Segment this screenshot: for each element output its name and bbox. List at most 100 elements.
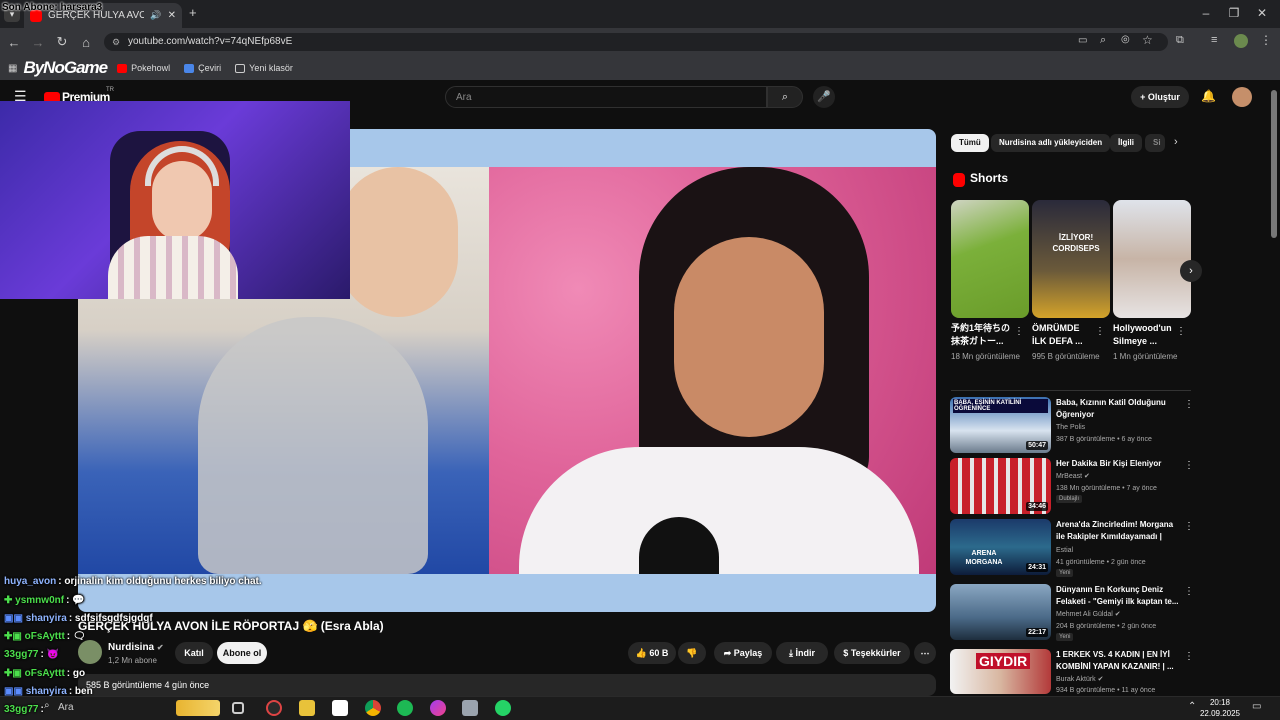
rec-channel-2[interactable]: MrBeast ✔ — [1056, 471, 1180, 482]
close-tab-icon[interactable]: ✕ — [168, 10, 176, 21]
taskbar-search-label[interactable]: Ara — [58, 702, 74, 713]
thanks-button[interactable]: $ Teşekkürler — [834, 642, 910, 664]
profile-avatar-icon[interactable] — [1234, 34, 1248, 48]
rec-channel-5[interactable]: Burak Aktürk ✔ — [1056, 674, 1180, 685]
forward-icon[interactable]: → — [26, 35, 50, 50]
chevron-right-icon[interactable]: › — [1174, 136, 1178, 148]
task-view-icon[interactable] — [232, 702, 244, 714]
rec-thumbnail-3[interactable]: ARENA MORGANA 24:31 — [950, 519, 1051, 575]
share-button[interactable]: ➦ Paylaş — [714, 642, 772, 664]
app-icon-gray[interactable] — [462, 700, 478, 716]
rec-title-1[interactable]: Baba, Kızının Katil Olduğunu Öğreniyor — [1056, 397, 1180, 421]
rec-title-2[interactable]: Her Dakika Bir Kişi Eleniyor — [1056, 458, 1180, 470]
spotify-icon[interactable] — [397, 700, 413, 716]
chat-username: 33gg77 — [4, 704, 39, 715]
new-tab-button[interactable]: + — [189, 5, 197, 20]
chrome-icon[interactable] — [365, 700, 381, 716]
rec-thumbnail-5[interactable]: GIYDIR — [950, 649, 1051, 694]
messenger-icon[interactable] — [430, 700, 446, 716]
taskbar-search-icon[interactable]: ⌕ — [44, 700, 50, 711]
scrollbar-thumb[interactable] — [1271, 90, 1277, 238]
chip-partial[interactable]: Si — [1145, 134, 1165, 152]
rec-thumbnail-1[interactable]: BABA, EŞİNİN KATİLİNİ ÖĞRENİNCE 50:47 — [950, 397, 1051, 453]
whatsapp-icon[interactable] — [495, 700, 511, 716]
short-title-1[interactable]: 予約1年待ちの抹茶ガトー... — [951, 322, 1013, 348]
short-views-3: 1 Mn görüntüleme — [1113, 352, 1178, 361]
rec-menu-icon-3[interactable]: ⋮ — [1184, 521, 1194, 532]
home-icon[interactable]: ⌂ — [74, 35, 98, 50]
rec-menu-icon-4[interactable]: ⋮ — [1184, 586, 1194, 597]
short-title-2[interactable]: ÖMRÜMDE İLK DEFA ... — [1032, 322, 1094, 348]
short-thumbnail-2[interactable]: İZLİYOR! CORDISEPS — [1032, 200, 1110, 318]
chip-all[interactable]: Tümü — [951, 134, 989, 152]
speaker-icon[interactable]: 🔊 — [150, 10, 161, 21]
rec-channel-3[interactable]: Estial — [1056, 545, 1180, 556]
rec-title-4[interactable]: Dünyanın En Korkunç Deniz Felaketi - "Ge… — [1056, 584, 1180, 608]
bookmark-yeni-klasor[interactable]: Yeni klasör — [235, 63, 293, 73]
rec-thumb-text: BABA, EŞİNİN KATİLİNİ ÖĞRENİNCE — [953, 399, 1048, 413]
like-button[interactable]: 👍 60 B — [628, 642, 676, 664]
rec-title-5[interactable]: 1 ERKEK VS. 4 KADIN | EN İYİ KOMBİNİ YAP… — [1056, 649, 1180, 673]
notification-center-icon[interactable]: ▭ — [1252, 701, 1261, 712]
voice-search-button[interactable]: 🎤 — [813, 86, 835, 108]
bynogame-logo[interactable]: ByNoGame — [23, 58, 108, 78]
rec-channel-1[interactable]: The Polis — [1056, 422, 1180, 433]
short-menu-icon-3[interactable]: ⋮ — [1176, 326, 1186, 337]
short-thumbnail-3[interactable] — [1113, 200, 1191, 318]
widgets-icon[interactable] — [176, 700, 220, 716]
reload-icon[interactable]: ↻ — [50, 34, 74, 50]
rec-thumbnail-4[interactable]: 22:17 — [950, 584, 1051, 640]
short-views-2: 995 B görüntüleme — [1032, 352, 1100, 361]
back-icon[interactable]: ← — [2, 35, 26, 50]
dislike-button[interactable]: 👎 — [678, 642, 706, 664]
chip-related[interactable]: İlgili — [1110, 134, 1142, 152]
create-button[interactable]: + Oluştur — [1131, 86, 1189, 108]
channel-avatar[interactable] — [78, 640, 102, 664]
cast-icon[interactable]: ▭ — [1078, 35, 1087, 46]
bookmark-star-icon[interactable]: ☆ — [1142, 33, 1153, 47]
zoom-icon[interactable]: ⌕ — [1100, 34, 1106, 47]
rec-menu-icon-1[interactable]: ⋮ — [1184, 399, 1194, 410]
rec-thumbnail-2[interactable]: 34:46 — [950, 458, 1051, 514]
dubbed-badge: Dublajlı — [1056, 495, 1083, 503]
search-input[interactable]: Ara — [445, 86, 767, 108]
eye-off-icon[interactable]: ◎ — [1121, 34, 1130, 45]
file-explorer-icon[interactable] — [299, 700, 315, 716]
capcut-icon[interactable] — [332, 700, 348, 716]
apps-grid-icon[interactable]: ▦ — [8, 63, 17, 74]
description-box[interactable]: 585 B görüntüleme 4 gün önce — [78, 674, 936, 696]
more-actions-button[interactable]: ⋯ — [914, 642, 936, 664]
channel-name[interactable]: Nurdisina ✔ — [108, 642, 164, 653]
minimize-icon[interactable]: – — [1196, 6, 1216, 20]
reading-list-icon[interactable]: ≡ — [1211, 34, 1217, 46]
app-icon-red[interactable] — [266, 700, 282, 716]
browser-menu-icon[interactable]: ⋮ — [1260, 33, 1272, 47]
shorts-next-button[interactable]: › — [1180, 260, 1202, 282]
site-info-icon[interactable]: ⚙ — [112, 33, 120, 51]
bookmark-ceviri[interactable]: Çeviri — [184, 63, 221, 73]
search-button[interactable]: ⌕ — [767, 86, 803, 108]
tray-chevron-up-icon[interactable]: ⌃ — [1188, 701, 1196, 712]
user-avatar[interactable] — [1232, 87, 1252, 107]
rec-title-3[interactable]: Arena'da Zincirledim! Morgana ile Rakipl… — [1056, 519, 1180, 543]
chip-from-uploader[interactable]: Nurdisina adlı yükleyiciden — [991, 134, 1111, 152]
bookmark-pokehowl[interactable]: Pokehowl — [117, 63, 170, 73]
url-input[interactable]: ⚙ youtube.com/watch?v=74qNEfp68vE — [104, 33, 1168, 51]
join-button[interactable]: Katıl — [175, 642, 213, 664]
subscribe-button[interactable]: Abone ol — [217, 642, 267, 664]
rec-menu-icon-5[interactable]: ⋮ — [1184, 651, 1194, 662]
extensions-icon[interactable]: ⧉ — [1176, 34, 1184, 47]
short-menu-icon-1[interactable]: ⋮ — [1014, 326, 1024, 337]
plus-icon: + — [1140, 92, 1148, 102]
rec-menu-icon-2[interactable]: ⋮ — [1184, 460, 1194, 471]
rec-channel-4[interactable]: Mehmet Ali Güldal ✔ — [1056, 609, 1180, 620]
close-window-icon[interactable]: ✕ — [1252, 6, 1272, 20]
short-thumbnail-1[interactable] — [951, 200, 1029, 318]
clock-time: 20:18 — [1209, 698, 1230, 707]
short-menu-icon-2[interactable]: ⋮ — [1095, 326, 1105, 337]
notifications-bell-icon[interactable]: 🔔 — [1201, 89, 1216, 103]
restore-icon[interactable]: ❐ — [1224, 6, 1244, 20]
download-button[interactable]: ⤓ İndir — [776, 642, 828, 664]
short-title-3[interactable]: Hollywood'un Silmeye ... — [1113, 322, 1175, 348]
taskbar-clock[interactable]: 20:18 22.09.2025 — [1200, 697, 1240, 719]
